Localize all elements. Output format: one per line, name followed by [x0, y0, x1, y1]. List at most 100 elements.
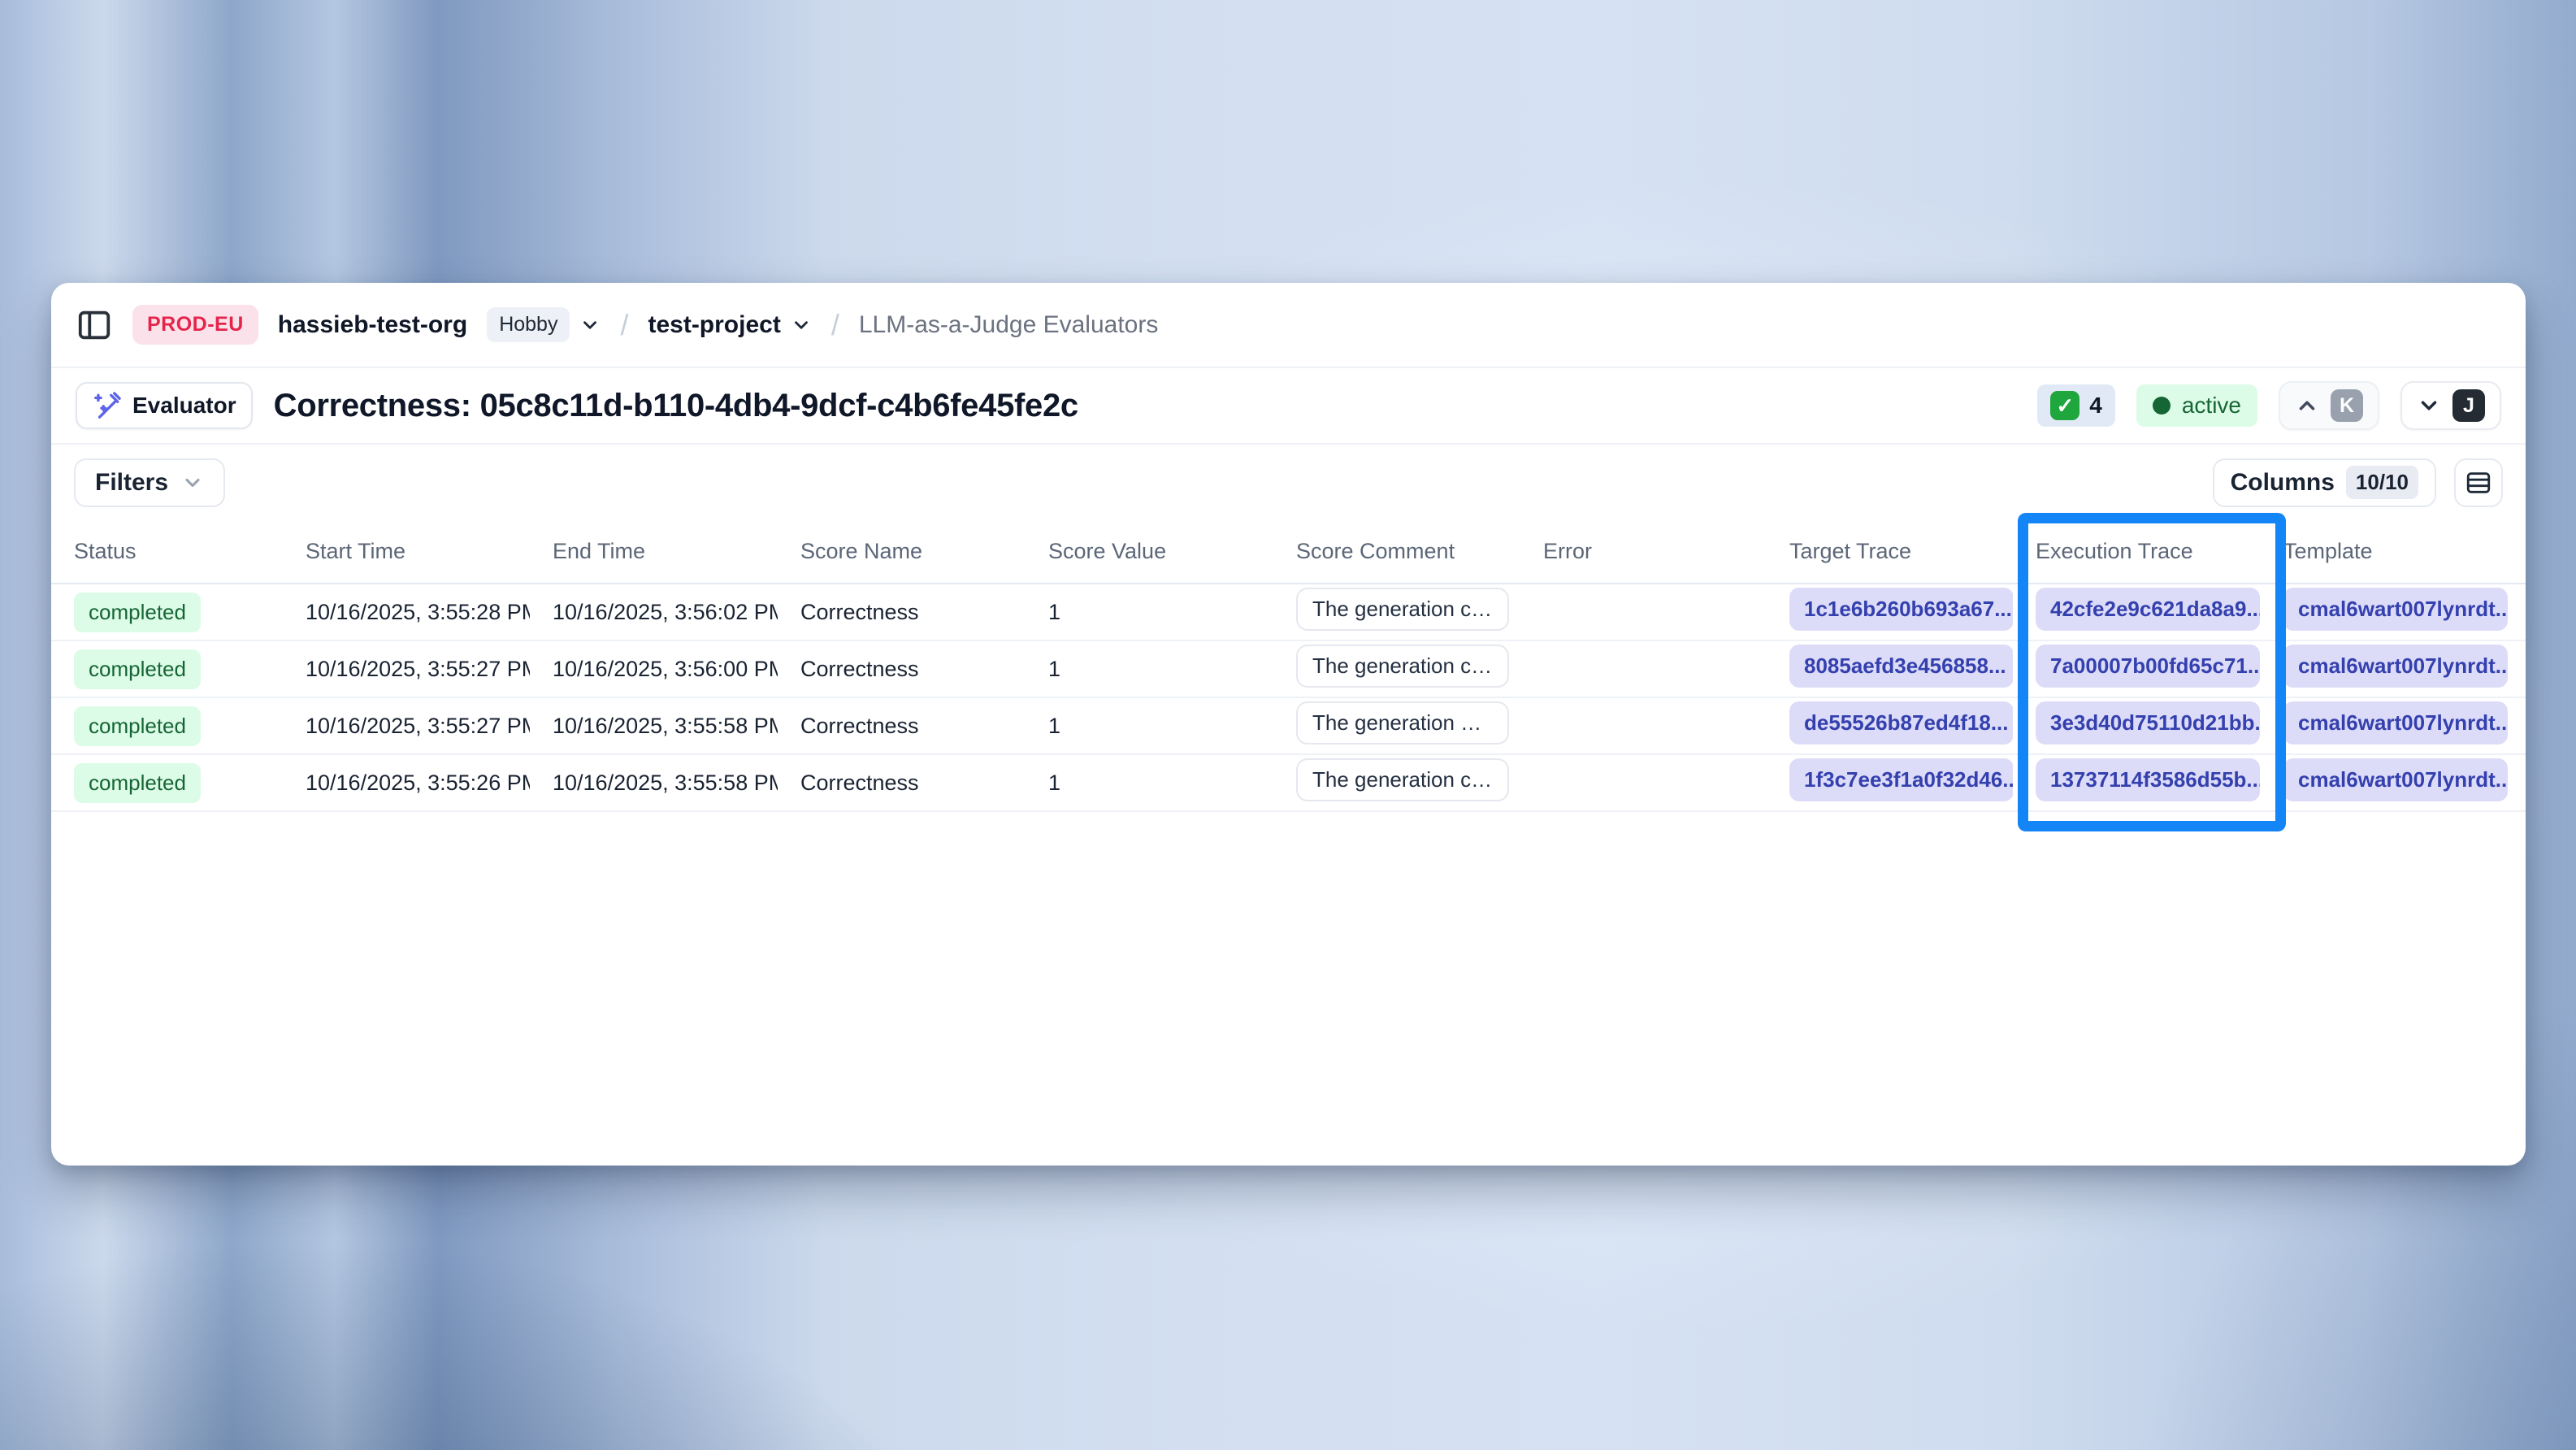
column-header-score-comment: Score Comment [1273, 520, 1520, 584]
target-trace-link[interactable]: de55526b87ed4f18... [1789, 701, 2013, 745]
status-label: active [2182, 393, 2241, 419]
keyboard-shortcut-j: J [2452, 389, 2485, 422]
evaluator-type-badge: Evaluator [76, 382, 253, 429]
cell-target-trace: 1c1e6b260b693a67... [1767, 584, 2013, 640]
cell-score-name: Correctness [778, 584, 1026, 640]
page-title: Correctness: 05c8c11d-b110-4db4-9dcf-c4b… [274, 388, 1078, 424]
evaluator-type-label: Evaluator [132, 393, 236, 419]
cell-template: cmal6wart007lynrdt... [2261, 640, 2526, 697]
plan-badge: Hobby [487, 307, 570, 342]
cell-end-time: 10/16/2025, 3:55:58 PM [530, 697, 778, 754]
table-row[interactable]: completed 10/16/2025, 3:55:27 PM10/16/202… [51, 697, 2526, 754]
columns-button[interactable]: Columns 10/10 [2213, 458, 2436, 507]
execution-trace-link[interactable]: 42cfe2e9c621da8a9... [2036, 588, 2260, 631]
sidebar-toggle-button[interactable] [76, 306, 113, 344]
active-status-badge: active [2136, 384, 2257, 427]
cell-template: cmal6wart007lynrdt... [2261, 584, 2526, 640]
column-header-execution-trace: Execution Trace [2013, 520, 2261, 584]
columns-count-badge: 10/10 [2346, 466, 2418, 499]
success-count-badge: ✓ 4 [2037, 384, 2115, 427]
columns-label: Columns [2231, 469, 2335, 497]
template-link[interactable]: cmal6wart007lynrdt... [2283, 758, 2508, 801]
cell-score-name: Correctness [778, 640, 1026, 697]
score-comment-box[interactable]: The generation provi... [1296, 701, 1509, 745]
cell-start-time: 10/16/2025, 3:55:26 PM [283, 754, 530, 811]
column-header-score-value: Score Value [1026, 520, 1273, 584]
execution-trace-link[interactable]: 13737114f3586d55b... [2036, 758, 2260, 801]
next-record-button[interactable]: J [2400, 381, 2501, 430]
cell-start-time: 10/16/2025, 3:55:28 PM [283, 584, 530, 640]
cell-execution-trace: 3e3d40d75110d21bb... [2013, 697, 2261, 754]
cell-status: completed [51, 584, 283, 640]
cell-start-time: 10/16/2025, 3:55:27 PM [283, 697, 530, 754]
cell-template: cmal6wart007lynrdt... [2261, 754, 2526, 811]
cell-end-time: 10/16/2025, 3:56:02 PM [530, 584, 778, 640]
success-count: 4 [2089, 393, 2102, 419]
score-comment-box[interactable]: The generation corre... [1296, 758, 1509, 801]
filters-button[interactable]: Filters [74, 458, 225, 507]
column-header-end-time: End Time [530, 520, 778, 584]
cell-score-comment: The generation provi... [1273, 697, 1520, 754]
cell-start-time: 10/16/2025, 3:55:27 PM [283, 640, 530, 697]
target-trace-link[interactable]: 1f3c7ee3f1a0f32d46... [1789, 758, 2013, 801]
cell-error [1520, 697, 1767, 754]
org-plan-selector[interactable]: Hobby [487, 307, 601, 342]
column-header-error: Error [1520, 520, 1767, 584]
status-badge: completed [74, 763, 201, 803]
cell-target-trace: 1f3c7ee3f1a0f32d46... [1767, 754, 2013, 811]
chevron-down-icon [579, 315, 601, 336]
breadcrumb: PROD-EU hassieb-test-org Hobby / test-pr… [51, 283, 2526, 368]
cell-score-comment: The generation corre... [1273, 584, 1520, 640]
breadcrumb-separator: / [620, 308, 628, 342]
breadcrumb-org[interactable]: hassieb-test-org [278, 311, 467, 339]
table-toolbar: Filters Columns 10/10 [51, 445, 2526, 520]
cell-target-trace: de55526b87ed4f18... [1767, 697, 2013, 754]
cell-target-trace: 8085aefd3e456858... [1767, 640, 2013, 697]
status-badge: completed [74, 706, 201, 746]
filters-label: Filters [95, 469, 168, 497]
column-header-target-trace: Target Trace [1767, 520, 2013, 584]
template-link[interactable]: cmal6wart007lynrdt... [2283, 645, 2508, 688]
prev-record-button[interactable]: K [2279, 381, 2379, 430]
cell-error [1520, 754, 1767, 811]
column-header-start-time: Start Time [283, 520, 530, 584]
cell-execution-trace: 13737114f3586d55b... [2013, 754, 2261, 811]
table-row[interactable]: completed 10/16/2025, 3:55:26 PM10/16/202… [51, 754, 2526, 811]
column-header-status: Status [51, 520, 283, 584]
chevron-down-icon [181, 471, 204, 494]
score-comment-box[interactable]: The generation corre... [1296, 645, 1509, 688]
panel-left-icon [76, 306, 113, 344]
table-row[interactable]: completed 10/16/2025, 3:55:27 PM10/16/202… [51, 640, 2526, 697]
row-height-button[interactable] [2454, 458, 2503, 507]
cell-score-comment: The generation corre... [1273, 754, 1520, 811]
execution-trace-link[interactable]: 7a00007b00fd65c71... [2036, 645, 2260, 688]
execution-trace-link[interactable]: 3e3d40d75110d21bb... [2036, 701, 2260, 745]
status-badge: completed [74, 649, 201, 689]
cell-execution-trace: 42cfe2e9c621da8a9... [2013, 584, 2261, 640]
evaluator-runs-table: StatusStart TimeEnd TimeScore NameScore … [51, 520, 2526, 812]
table-row[interactable]: completed 10/16/2025, 3:55:28 PM10/16/202… [51, 584, 2526, 640]
cell-end-time: 10/16/2025, 3:55:58 PM [530, 754, 778, 811]
target-trace-link[interactable]: 1c1e6b260b693a67... [1789, 588, 2013, 631]
title-bar: Evaluator Correctness: 05c8c11d-b110-4db… [51, 368, 2526, 445]
table-header-row: StatusStart TimeEnd TimeScore NameScore … [51, 520, 2526, 584]
cell-score-value: 1 [1026, 697, 1273, 754]
score-comment-box[interactable]: The generation corre... [1296, 588, 1509, 631]
check-icon: ✓ [2050, 391, 2079, 420]
cell-execution-trace: 7a00007b00fd65c71... [2013, 640, 2261, 697]
cell-end-time: 10/16/2025, 3:56:00 PM [530, 640, 778, 697]
cell-score-name: Correctness [778, 697, 1026, 754]
project-selector[interactable]: test-project [648, 311, 811, 339]
status-badge: completed [74, 593, 201, 632]
template-link[interactable]: cmal6wart007lynrdt... [2283, 588, 2508, 631]
cell-error [1520, 640, 1767, 697]
keyboard-shortcut-k: K [2331, 389, 2363, 422]
column-header-template: Template [2261, 520, 2526, 584]
cell-error [1520, 584, 1767, 640]
target-trace-link[interactable]: 8085aefd3e456858... [1789, 645, 2013, 688]
cell-status: completed [51, 697, 283, 754]
cell-template: cmal6wart007lynrdt... [2261, 697, 2526, 754]
environment-badge: PROD-EU [132, 305, 258, 345]
breadcrumb-page-label: LLM-as-a-Judge Evaluators [859, 311, 1159, 339]
template-link[interactable]: cmal6wart007lynrdt... [2283, 701, 2508, 745]
